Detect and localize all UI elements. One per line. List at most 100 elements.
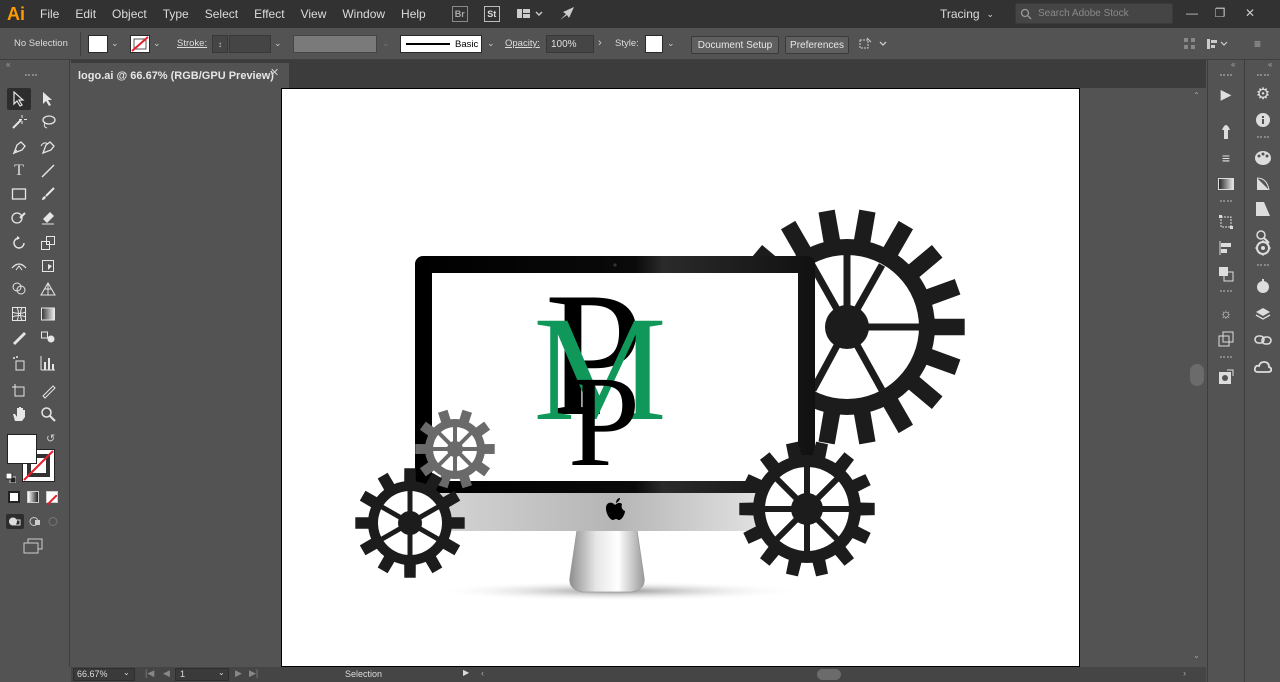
gradient-panel-icon[interactable] xyxy=(1216,174,1236,194)
first-artboard-icon[interactable]: |◀ xyxy=(145,668,154,679)
symbol-sprayer-tool-icon[interactable] xyxy=(7,352,31,374)
gradient-tool-icon[interactable] xyxy=(36,303,60,325)
artboard[interactable]: P M P xyxy=(281,88,1080,667)
artboard-tool-icon[interactable] xyxy=(7,380,31,402)
menu-object[interactable]: Object xyxy=(104,0,155,28)
vertical-scrollbar[interactable]: ⌃ ⌄ xyxy=(1189,88,1206,667)
canvas[interactable]: P M P xyxy=(71,88,1189,667)
transform-icon[interactable] xyxy=(1206,37,1230,56)
collapse-icon[interactable]: « xyxy=(6,60,10,69)
workspace-switcher[interactable]: Tracing ⌄ xyxy=(932,3,1002,25)
pen-tool-icon[interactable] xyxy=(7,137,31,159)
stock-search-input[interactable]: Search Adobe Stock xyxy=(1015,3,1173,24)
scroll-up-icon[interactable]: ⌃ xyxy=(1193,91,1200,100)
none-mode-icon[interactable] xyxy=(46,491,58,506)
properties-gear-icon[interactable]: ⚙ xyxy=(1253,84,1273,104)
appearance-icon[interactable]: ☼ xyxy=(1216,303,1236,323)
stroke-stepper[interactable]: ↕ xyxy=(212,35,228,53)
panel-menu-icon[interactable]: ≡ xyxy=(1254,37,1261,51)
scroll-thumb[interactable] xyxy=(1190,364,1204,386)
opacity-field[interactable]: 100% xyxy=(546,35,594,53)
free-transform-tool-icon[interactable] xyxy=(36,255,60,277)
variable-width-profile[interactable] xyxy=(293,35,377,53)
expand-panels-icon[interactable]: « xyxy=(1231,60,1235,69)
previous-artboard-icon[interactable]: ◀ xyxy=(163,668,170,679)
gradient-mode-icon[interactable] xyxy=(27,491,39,503)
document-setup-button[interactable]: Document Setup xyxy=(691,36,779,54)
menu-select[interactable]: Select xyxy=(197,0,246,28)
direct-selection-tool-icon[interactable] xyxy=(36,88,60,110)
column-graph-tool-icon[interactable] xyxy=(36,352,60,374)
arrange-objects-icon[interactable] xyxy=(858,37,890,56)
eraser-tool-icon[interactable] xyxy=(36,206,60,228)
pathfinder-icon[interactable] xyxy=(1216,264,1236,284)
color-panel-icon[interactable] xyxy=(1253,148,1273,168)
close-icon[interactable]: ✕ xyxy=(1240,4,1260,22)
scale-tool-icon[interactable] xyxy=(36,232,60,254)
line-tool-icon[interactable] xyxy=(36,160,60,182)
close-tab-icon[interactable]: ✕ xyxy=(270,66,279,79)
arrange-documents-icon[interactable] xyxy=(516,4,546,24)
menu-file[interactable]: File xyxy=(32,0,67,28)
swap-colors-icon[interactable]: ↺ xyxy=(46,432,55,445)
fill-color-swatch-front[interactable] xyxy=(7,434,37,464)
paintbrush-tool-icon[interactable] xyxy=(36,183,60,205)
eyedropper-tool-icon[interactable] xyxy=(7,326,31,348)
mesh-tool-icon[interactable] xyxy=(7,303,31,325)
magic-wand-tool-icon[interactable] xyxy=(7,111,31,133)
chevron-down-icon[interactable]: ⌄ xyxy=(274,38,282,49)
last-artboard-icon[interactable]: ▶| xyxy=(249,668,258,679)
logo-artwork[interactable]: P M P xyxy=(282,89,1081,667)
bridge-icon[interactable]: Br xyxy=(451,4,468,24)
creative-cloud-icon[interactable] xyxy=(1253,357,1273,377)
minimize-icon[interactable]: — xyxy=(1182,4,1202,22)
fill-swatch[interactable] xyxy=(88,35,108,53)
blend-tool-icon[interactable] xyxy=(36,326,60,348)
color-mode-icon[interactable] xyxy=(8,491,20,503)
swatches-icon[interactable] xyxy=(1253,199,1273,219)
default-colors-icon[interactable] xyxy=(5,470,17,484)
menu-effect[interactable]: Effect xyxy=(246,0,292,28)
lasso-tool-icon[interactable] xyxy=(36,111,60,133)
layers-icon[interactable] xyxy=(1253,304,1273,324)
hand-tool-icon[interactable] xyxy=(7,403,31,425)
menu-type[interactable]: Type xyxy=(155,0,197,28)
chevron-right-icon[interactable]: › xyxy=(598,37,602,49)
stroke-swatch[interactable] xyxy=(130,35,150,53)
chevron-down-icon[interactable]: ⌄ xyxy=(218,668,225,677)
artboards-panel-icon[interactable] xyxy=(1216,329,1236,349)
color-guide-icon[interactable] xyxy=(1253,174,1273,194)
shaper-tool-icon[interactable] xyxy=(7,206,31,228)
screen-mode-icon[interactable] xyxy=(22,538,44,559)
expand-panels-icon[interactable]: « xyxy=(1268,60,1272,69)
graphic-style-swatch[interactable] xyxy=(645,35,663,53)
draw-normal-icon[interactable] xyxy=(6,514,24,529)
scroll-right-icon[interactable]: › xyxy=(1183,668,1186,678)
align-panel-icon[interactable] xyxy=(1216,238,1236,258)
draw-inside-icon[interactable] xyxy=(46,514,60,529)
menu-view[interactable]: View xyxy=(293,0,335,28)
selection-tool-icon[interactable] xyxy=(7,88,31,110)
align-icon[interactable] xyxy=(1183,37,1197,56)
stroke-weight-field[interactable] xyxy=(229,35,271,53)
next-artboard-icon[interactable]: ▶ xyxy=(235,668,242,679)
zoom-tool-icon[interactable] xyxy=(36,403,60,425)
stock-icon[interactable]: St xyxy=(483,4,500,24)
menu-edit[interactable]: Edit xyxy=(67,0,104,28)
scroll-left-icon[interactable]: ‹ xyxy=(481,668,484,678)
gpu-performance-icon[interactable] xyxy=(558,4,576,24)
menu-help[interactable]: Help xyxy=(393,0,434,28)
libraries-icon[interactable] xyxy=(1253,276,1273,296)
slice-tool-icon[interactable] xyxy=(36,380,60,402)
transform-panel-icon[interactable] xyxy=(1216,212,1236,232)
chevron-down-icon[interactable]: ⌄ xyxy=(123,668,130,677)
chevron-down-icon[interactable]: ⌄ xyxy=(667,38,675,49)
menu-window[interactable]: Window xyxy=(334,0,393,28)
brush-definition[interactable]: Basic xyxy=(400,35,482,53)
curvature-tool-icon[interactable] xyxy=(36,137,60,159)
chevron-down-icon[interactable]: ⌄ xyxy=(153,38,161,49)
rotate-tool-icon[interactable] xyxy=(7,232,31,254)
links-icon[interactable] xyxy=(1253,330,1273,350)
preferences-button[interactable]: Preferences xyxy=(785,36,849,54)
status-menu-icon[interactable]: ▶ xyxy=(463,668,469,677)
